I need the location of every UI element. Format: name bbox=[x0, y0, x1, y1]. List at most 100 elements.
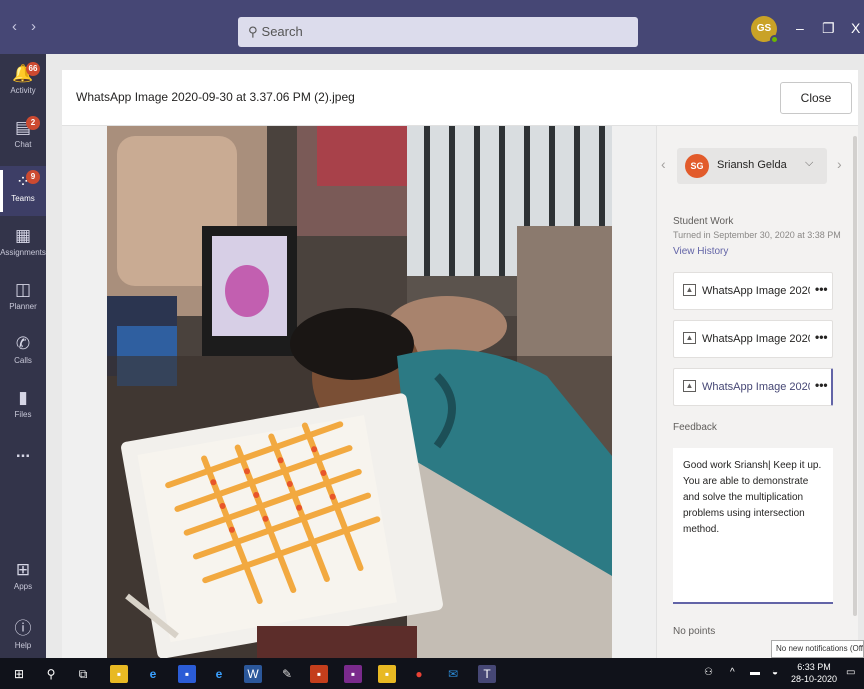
rail-item-files[interactable]: ▮ Files bbox=[0, 382, 46, 432]
viewer-header: WhatsApp Image 2020-09-30 at 3.37.06 PM … bbox=[62, 70, 858, 126]
clock-time: 6:33 PM bbox=[797, 662, 831, 672]
notification-toast: No new notifications (Off bbox=[771, 640, 864, 658]
app-icon[interactable]: ▪ bbox=[344, 665, 362, 683]
rail-item-apps[interactable]: ⊞ Apps bbox=[0, 554, 46, 604]
rail-label: Planner bbox=[9, 302, 37, 311]
title-bar: ‹› ⚲ Search GS – ❐ X bbox=[0, 0, 864, 54]
file-icon: ▮ bbox=[18, 388, 28, 407]
panel-scrollbar[interactable] bbox=[853, 136, 857, 616]
word-icon[interactable]: W bbox=[244, 665, 262, 683]
chevron-up-icon[interactable]: ^ bbox=[730, 667, 735, 678]
help-icon: ⓘ bbox=[14, 619, 32, 638]
outlook-icon[interactable]: ▪ bbox=[178, 665, 196, 683]
image-file-icon: ▲ bbox=[683, 380, 696, 392]
rail-item-activity[interactable]: 🔔 66 Activity bbox=[0, 58, 46, 108]
search-placeholder: Search bbox=[261, 24, 303, 39]
forward-arrow-icon[interactable]: › bbox=[31, 18, 50, 35]
more-icon: ... bbox=[15, 442, 31, 461]
clock-date: 28-10-2020 bbox=[791, 674, 838, 684]
photo-area bbox=[62, 126, 656, 658]
file-title: WhatsApp Image 2020-09-30 at 3.37.06 PM … bbox=[76, 90, 355, 104]
more-options-icon[interactable]: ••• bbox=[815, 330, 828, 344]
rail-label: Calls bbox=[14, 356, 32, 365]
close-window-button[interactable]: X bbox=[851, 20, 860, 36]
restore-button[interactable]: ❐ bbox=[822, 20, 835, 37]
teams-badge: 9 bbox=[26, 170, 40, 184]
ie-icon[interactable]: e bbox=[210, 665, 228, 683]
windows-taskbar: ⊞ ⚲ ⧉ ▪ e ▪ e W ✎ ▪ ▪ ▪ ● ✉ T ⚇ ^ ▬ ◒ 6:… bbox=[0, 658, 864, 689]
attachment-name: WhatsApp Image 2020-0 bbox=[702, 285, 810, 297]
user-initials: GS bbox=[756, 23, 772, 34]
back-arrow-icon[interactable]: ‹ bbox=[12, 18, 31, 35]
next-student-arrow-icon[interactable]: › bbox=[837, 156, 842, 172]
attachment-name: WhatsApp Image 2020-( bbox=[702, 381, 810, 393]
image-file-icon: ▲ bbox=[683, 332, 696, 344]
rail-label: Help bbox=[14, 641, 32, 650]
action-center-icon[interactable]: ▭ bbox=[846, 667, 855, 678]
planner-icon: ◫ bbox=[14, 280, 32, 299]
presence-dot bbox=[770, 35, 779, 44]
rail-label: Apps bbox=[13, 582, 33, 591]
rail-item-assignments[interactable]: ▦ Assignments bbox=[0, 220, 46, 270]
mail-icon[interactable]: ✉ bbox=[444, 665, 462, 683]
feedback-label: Feedback bbox=[673, 422, 717, 433]
turned-in-timestamp: Turned in September 30, 2020 at 3:38 PM bbox=[673, 230, 841, 240]
assignments-icon: ▦ bbox=[14, 226, 32, 245]
more-options-icon[interactable]: ••• bbox=[815, 282, 828, 296]
powerpoint-icon[interactable]: ▪ bbox=[310, 665, 328, 683]
windows-start-icon[interactable]: ⊞ bbox=[10, 665, 28, 683]
view-history-link[interactable]: View History bbox=[673, 246, 728, 257]
rail-item-chat[interactable]: ▤ 2 Chat bbox=[0, 112, 46, 162]
image-file-icon: ▲ bbox=[683, 284, 696, 296]
feedback-textarea[interactable]: Good work Sriansh| Keep it up. You are a… bbox=[673, 448, 833, 604]
rail-label: Files bbox=[14, 410, 32, 419]
rail-item-more[interactable]: ... bbox=[0, 436, 46, 486]
student-selector[interactable]: SG Sriansh Gelda ⌵ bbox=[677, 148, 827, 184]
attachment-card[interactable]: ▲ WhatsApp Image 2020-0 ••• bbox=[673, 320, 833, 358]
chrome-icon[interactable]: ● bbox=[410, 665, 428, 683]
rail-label: Assignments bbox=[0, 248, 46, 257]
teams-taskbar-icon[interactable]: T bbox=[478, 665, 496, 683]
paint-icon[interactable]: ✎ bbox=[278, 665, 296, 683]
attachment-card-selected[interactable]: ▲ WhatsApp Image 2020-( ••• bbox=[673, 368, 833, 406]
rail-item-calls[interactable]: ✆ Calls bbox=[0, 328, 46, 378]
activity-badge: 66 bbox=[26, 62, 40, 76]
rail-label: Activity bbox=[10, 86, 36, 95]
student-work-panel: ‹ SG Sriansh Gelda ⌵ › Student Work Turn… bbox=[656, 126, 858, 658]
previous-student-arrow-icon[interactable]: ‹ bbox=[661, 156, 666, 172]
more-options-icon[interactable]: ••• bbox=[815, 378, 828, 392]
attachment-card[interactable]: ▲ WhatsApp Image 2020-0 ••• bbox=[673, 272, 833, 310]
student-name: Sriansh Gelda bbox=[717, 159, 787, 171]
apps-icon: ⊞ bbox=[15, 560, 31, 579]
points-label[interactable]: No points bbox=[673, 626, 715, 637]
people-icon[interactable]: ⚇ bbox=[704, 667, 713, 678]
search-input[interactable]: ⚲ Search bbox=[238, 17, 638, 47]
rail-label: Teams bbox=[11, 194, 35, 203]
search-icon: ⚲ bbox=[248, 24, 258, 39]
user-avatar[interactable]: GS bbox=[751, 16, 779, 44]
minimize-button[interactable]: – bbox=[796, 20, 804, 36]
rail-item-teams[interactable]: ⁘ 9 Teams bbox=[0, 166, 46, 216]
wifi-icon[interactable]: ◒ bbox=[772, 667, 778, 678]
phone-icon: ✆ bbox=[15, 334, 31, 353]
chat-badge: 2 bbox=[26, 116, 40, 130]
rail-item-planner[interactable]: ◫ Planner bbox=[0, 274, 46, 324]
file-viewer: WhatsApp Image 2020-09-30 at 3.37.06 PM … bbox=[62, 70, 858, 658]
attachment-name: WhatsApp Image 2020-0 bbox=[702, 333, 810, 345]
history-nav: ‹› bbox=[12, 18, 50, 35]
folder-icon[interactable]: ▪ bbox=[378, 665, 396, 683]
main-stage: WhatsApp Image 2020-09-30 at 3.37.06 PM … bbox=[46, 54, 864, 658]
battery-icon[interactable]: ▬ bbox=[750, 667, 760, 678]
submitted-photo[interactable] bbox=[107, 126, 612, 658]
student-work-label: Student Work bbox=[673, 216, 734, 227]
photo-illustration bbox=[107, 126, 612, 658]
app-rail: 🔔 66 Activity ▤ 2 Chat ⁘ 9 Teams ▦ Assig… bbox=[0, 54, 46, 658]
rail-label: Chat bbox=[14, 140, 32, 149]
rail-item-help[interactable]: ⓘ Help bbox=[0, 608, 46, 658]
system-clock[interactable]: 6:33 PM 28-10-2020 bbox=[791, 661, 837, 685]
edge-icon[interactable]: e bbox=[144, 665, 162, 683]
store-icon[interactable]: ▪ bbox=[110, 665, 128, 683]
task-view-icon[interactable]: ⧉ bbox=[74, 665, 92, 683]
close-button[interactable]: Close bbox=[780, 82, 852, 114]
search-icon[interactable]: ⚲ bbox=[42, 665, 60, 683]
